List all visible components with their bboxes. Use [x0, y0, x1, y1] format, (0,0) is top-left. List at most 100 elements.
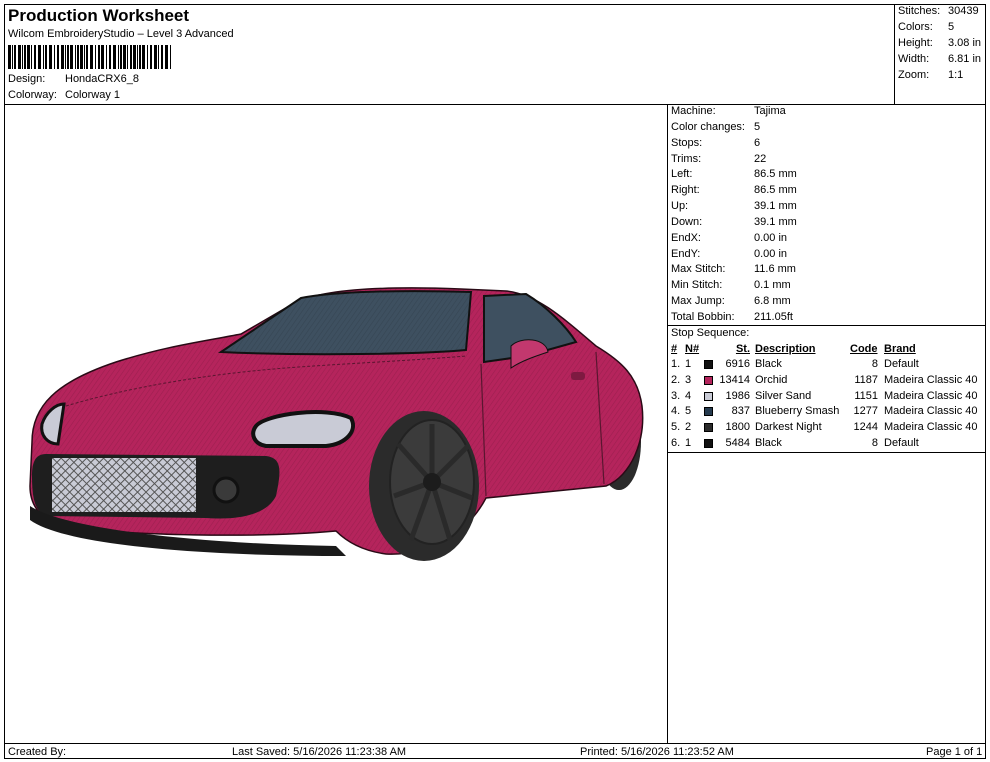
last-saved: Last Saved: 5/16/2026 11:23:38 AM: [232, 746, 407, 758]
stops-label: Stops:: [671, 137, 703, 149]
printed-date: Printed: 5/16/2026 11:23:52 AM: [580, 746, 734, 758]
row-num: 4.: [671, 405, 681, 417]
row-description: Blueberry Smash: [755, 405, 840, 417]
zoom-label: Zoom:: [898, 69, 930, 81]
row-stitches: 837: [731, 405, 750, 417]
stop-sequence-title: Stop Sequence:: [671, 327, 750, 339]
row-description: Orchid: [755, 374, 788, 386]
endy-value: 0.00 in: [754, 248, 788, 260]
page-title: Production Worksheet: [8, 6, 190, 25]
row-num: 5.: [671, 421, 681, 433]
max-jump-label: Max Jump:: [671, 295, 725, 307]
endx-value: 0.00 in: [754, 232, 788, 244]
col-brand: Brand: [884, 343, 916, 355]
height-value: 3.08 in: [948, 37, 982, 49]
min-stitch-value: 0.1 mm: [754, 279, 791, 291]
trims-value: 22: [754, 153, 767, 165]
row-brand: Madeira Classic 40: [884, 390, 978, 402]
front-grille: [52, 458, 196, 512]
barcode: [8, 45, 171, 69]
row-brand: Default: [884, 437, 919, 449]
row-num: 2.: [671, 374, 681, 386]
car-illustration: [29, 287, 644, 561]
row-code: 1277: [853, 405, 878, 417]
col-description: Description: [755, 343, 816, 355]
row-code: 8: [871, 437, 878, 449]
row-stitches: 13414: [719, 374, 750, 386]
footer-divider: [4, 743, 986, 744]
row-needle: 4: [685, 390, 692, 402]
colorway-label: Colorway:: [8, 89, 57, 101]
machine-value: Tajima: [754, 105, 786, 117]
headlight-right: [251, 410, 355, 448]
header-divider: [4, 104, 986, 105]
max-stitch-value: 11.6 mm: [754, 263, 796, 275]
left-label: Left:: [671, 168, 693, 180]
row-needle: 1: [685, 437, 692, 449]
col-stitches: St.: [735, 343, 750, 355]
row-needle: 2: [685, 421, 692, 433]
total-bobbin-value: 211.05ft: [754, 311, 793, 323]
stitches-label: Stitches:: [898, 5, 941, 17]
up-label: Up:: [671, 200, 689, 212]
width-value: 6.81 in: [948, 53, 982, 65]
row-num: 6.: [671, 437, 681, 449]
endx-label: EndX:: [671, 232, 701, 244]
zoom-value: 1:1: [948, 69, 964, 81]
row-code: 1151: [854, 390, 878, 402]
col-num: #: [671, 343, 678, 355]
colors-label: Colors:: [898, 21, 933, 33]
row-stitches: 1986: [725, 390, 750, 402]
left-value: 86.5 mm: [754, 168, 797, 180]
row-brand: Madeira Classic 40: [884, 405, 978, 417]
embroidery-preview: [29, 287, 644, 561]
color-changes-value: 5: [754, 121, 761, 133]
row-needle: 1: [685, 358, 692, 370]
color-changes-label: Color changes:: [671, 121, 745, 133]
colors-value: 5: [948, 21, 955, 33]
right-value: 86.5 mm: [754, 184, 797, 196]
design-label: Design:: [8, 73, 46, 85]
row-code: 1187: [854, 374, 878, 386]
height-label: Height:: [898, 37, 933, 49]
fog-light: [212, 476, 240, 504]
stops-value: 6: [754, 137, 761, 149]
row-stitches: 1800: [725, 421, 750, 433]
created-by: Created By:: [8, 746, 67, 758]
max-stitch-label: Max Stitch:: [671, 263, 726, 275]
design-value: HondaCRX6_8: [65, 73, 139, 85]
stop-sequence-bottom-divider: [667, 452, 986, 453]
stitches-value: 30439: [948, 5, 979, 17]
row-stitches: 6916: [725, 358, 750, 370]
stats-divider: [894, 4, 895, 104]
row-description: Black: [755, 437, 782, 449]
width-label: Width:: [898, 53, 930, 65]
door-handle: [571, 372, 585, 380]
down-value: 39.1 mm: [754, 216, 797, 228]
max-jump-value: 6.8 mm: [754, 295, 791, 307]
row-description: Silver Sand: [755, 390, 812, 402]
row-brand: Default: [884, 358, 919, 370]
software-subtitle: Wilcom EmbroideryStudio – Level 3 Advanc…: [8, 28, 234, 40]
page-number: Page 1 of 1: [926, 746, 983, 758]
panel-divider: [667, 104, 668, 743]
col-needle: N#: [685, 343, 700, 355]
endy-label: EndY:: [671, 248, 701, 260]
row-brand: Madeira Classic 40: [884, 421, 978, 433]
row-needle: 3: [685, 374, 692, 386]
row-num: 3.: [671, 390, 681, 402]
row-brand: Madeira Classic 40: [884, 374, 978, 386]
row-code: 8: [871, 358, 878, 370]
row-description: Black: [755, 358, 782, 370]
stop-sequence-divider: [667, 325, 986, 326]
row-needle: 5: [685, 405, 692, 417]
down-label: Down:: [671, 216, 703, 228]
machine-label: Machine:: [671, 105, 716, 117]
trims-label: Trims:: [671, 153, 702, 165]
colorway-value: Colorway 1: [65, 89, 121, 101]
total-bobbin-label: Total Bobbin:: [671, 311, 735, 323]
min-stitch-label: Min Stitch:: [671, 279, 723, 291]
row-description: Darkest Night: [755, 421, 822, 433]
up-value: 39.1 mm: [754, 200, 797, 212]
row-stitches: 5484: [725, 437, 750, 449]
